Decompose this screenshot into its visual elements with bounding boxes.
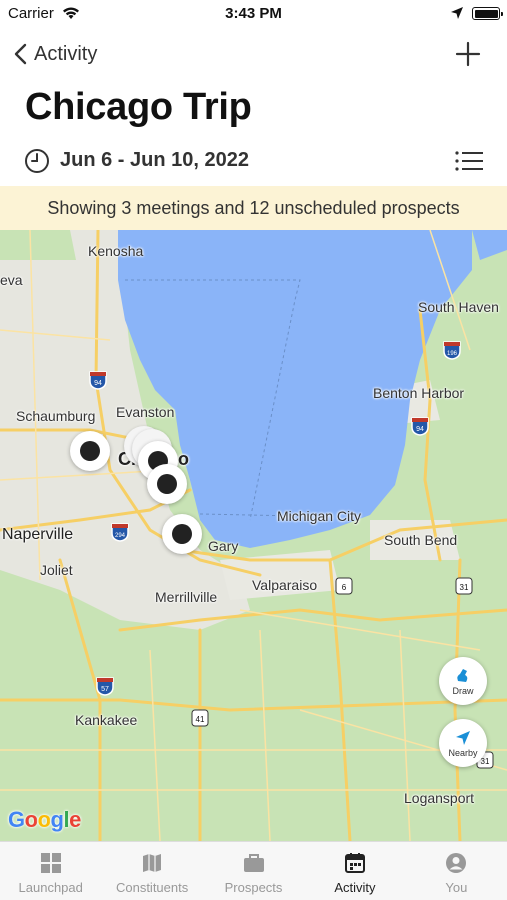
tab-constituents[interactable]: Constituents <box>101 842 202 900</box>
svg-text:294: 294 <box>115 533 126 539</box>
nearby-button[interactable]: Nearby <box>439 719 487 767</box>
svg-text:94: 94 <box>94 380 102 387</box>
map-label-evanston: Evanston <box>116 404 175 420</box>
highway-shield: 196 <box>442 340 462 360</box>
map-pin[interactable] <box>162 514 202 554</box>
nearby-label: Nearby <box>448 747 478 758</box>
clock-time: 3:43 PM <box>225 5 282 22</box>
map-pin[interactable] <box>147 464 187 504</box>
highway-shield: 294 <box>110 522 130 542</box>
svg-text:196: 196 <box>447 351 458 357</box>
results-banner: Showing 3 meetings and 12 unscheduled pr… <box>0 186 507 230</box>
person-icon <box>446 853 467 873</box>
tab-bar: Launchpad Constituents Prospects Activit… <box>0 841 507 900</box>
svg-text:31: 31 <box>460 583 469 592</box>
svg-text:31: 31 <box>481 757 490 766</box>
draw-icon <box>457 668 468 682</box>
highway-shield: 94 <box>410 416 430 436</box>
map-label-kankakee: Kankakee <box>75 712 138 728</box>
map-view[interactable]: 94 196 94 294 6 31 57 41 31 Kenosha eva … <box>0 230 507 841</box>
add-icon[interactable] <box>455 41 481 67</box>
highway-shield: 41 <box>190 708 210 728</box>
svg-text:94: 94 <box>416 426 424 433</box>
svg-text:6: 6 <box>342 583 347 592</box>
map-label-michigan-city: Michigan City <box>277 508 362 524</box>
clock-icon <box>25 149 49 173</box>
draw-button[interactable]: Draw <box>439 657 487 705</box>
tab-label: Launchpad <box>18 880 83 895</box>
back-button[interactable]: Activity <box>14 40 97 68</box>
location-arrow-icon <box>451 7 463 19</box>
tab-label: Constituents <box>115 880 189 895</box>
page-title: Chicago Trip <box>25 86 252 128</box>
nav-bar: Activity <box>0 34 507 74</box>
grid-icon <box>40 853 61 873</box>
tab-label: You <box>445 880 468 895</box>
chevron-left-icon <box>14 43 27 65</box>
tab-prospects[interactable]: Prospects <box>203 842 304 900</box>
tab-label: Prospects <box>224 880 283 895</box>
date-range-row: Jun 6 - Jun 10, 2022 <box>0 146 507 176</box>
highway-shield: 31 <box>454 576 474 596</box>
google-logo: Google <box>8 807 81 832</box>
map-label-naperville: Naperville <box>2 526 74 543</box>
map-label-schaumburg: Schaumburg <box>16 408 96 424</box>
briefcase-icon <box>243 854 264 872</box>
location-arrow-icon <box>456 730 470 745</box>
status-bar: Carrier 3:43 PM <box>0 0 507 28</box>
map-label-kenosha: Kenosha <box>88 243 144 259</box>
highway-shield: 6 <box>334 576 354 596</box>
tab-activity[interactable]: Activity <box>304 842 405 900</box>
map-label-south-haven: South Haven <box>418 299 499 315</box>
highway-shield: 57 <box>95 676 115 696</box>
battery-icon <box>472 7 503 20</box>
date-range: Jun 6 - Jun 10, 2022 <box>60 149 249 171</box>
tab-launchpad[interactable]: Launchpad <box>0 842 101 900</box>
map-label-logansport: Logansport <box>404 790 475 806</box>
map-label-merrillville: Merrillville <box>155 589 218 605</box>
svg-text:41: 41 <box>196 715 205 724</box>
calendar-icon <box>344 853 365 873</box>
map-label-valparaiso: Valparaiso <box>252 577 318 593</box>
list-view-icon[interactable] <box>455 150 483 172</box>
results-banner-text: Showing 3 meetings and 12 unscheduled pr… <box>47 197 460 218</box>
map-icon <box>143 854 162 872</box>
map-label-benton-harbor: Benton Harbor <box>373 385 465 401</box>
back-label: Activity <box>34 42 98 65</box>
map-label-joliet: Joliet <box>40 562 73 578</box>
map-pin[interactable] <box>70 431 110 471</box>
tab-label: Activity <box>334 880 376 895</box>
draw-label: Draw <box>452 685 474 696</box>
svg-text:57: 57 <box>101 686 109 693</box>
map-label-south-bend: South Bend <box>384 532 458 548</box>
highway-shield: 94 <box>88 370 108 390</box>
map-label-geneva: eva <box>0 272 23 288</box>
tab-you[interactable]: You <box>406 842 507 900</box>
map-label-gary: Gary <box>208 538 239 554</box>
